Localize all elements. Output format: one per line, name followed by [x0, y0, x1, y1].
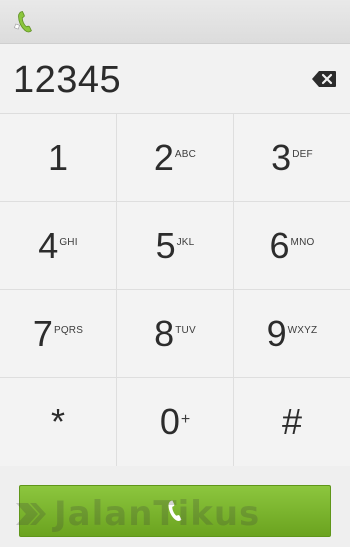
- dialer-screen: 12345 1 2 ABC 3 DEF 4 GHI 5 JKL 6 MNO 7 …: [0, 0, 350, 547]
- key-letters: PQRS: [53, 325, 84, 336]
- key-digit: 7: [32, 312, 53, 354]
- key-letters: ABC: [174, 149, 197, 160]
- top-bar: [0, 0, 350, 44]
- call-area: JalanTikus: [0, 466, 350, 547]
- key-digit: 2: [153, 136, 174, 178]
- key-digit: 1: [47, 136, 69, 178]
- key-letters: MNO: [290, 237, 315, 248]
- key-digit: #: [281, 401, 303, 442]
- key-3[interactable]: 3 DEF: [234, 114, 350, 202]
- key-digit: 0: [159, 401, 180, 442]
- key-4[interactable]: 4 GHI: [0, 202, 117, 290]
- dial-keypad: 1 2 ABC 3 DEF 4 GHI 5 JKL 6 MNO 7 PQRS 8…: [0, 114, 350, 466]
- key-0[interactable]: 0 +: [117, 378, 234, 466]
- call-button[interactable]: [19, 485, 331, 537]
- backspace-icon[interactable]: [311, 70, 337, 88]
- key-1[interactable]: 1: [0, 114, 117, 202]
- key-9[interactable]: 9 WXYZ: [234, 290, 350, 378]
- key-letters: WXYZ: [287, 325, 318, 336]
- dialed-number[interactable]: 12345: [13, 58, 121, 102]
- phone-handset-icon: [14, 11, 32, 33]
- number-display-row: 12345: [0, 44, 350, 114]
- key-digit: 8: [154, 312, 175, 354]
- key-digit: *: [50, 401, 66, 442]
- key-7[interactable]: 7 PQRS: [0, 290, 117, 378]
- key-star[interactable]: *: [0, 378, 117, 466]
- phone-handset-icon: [168, 500, 182, 521]
- key-8[interactable]: 8 TUV: [117, 290, 234, 378]
- key-digit: 3: [271, 136, 292, 178]
- key-plus: +: [180, 411, 191, 428]
- key-hash[interactable]: #: [234, 378, 350, 466]
- key-letters: GHI: [59, 237, 78, 248]
- key-letters: TUV: [175, 325, 196, 336]
- key-5[interactable]: 5 JKL: [117, 202, 234, 290]
- key-digit: 5: [155, 224, 176, 266]
- key-letters: JKL: [176, 237, 195, 248]
- key-6[interactable]: 6 MNO: [234, 202, 350, 290]
- key-2[interactable]: 2 ABC: [117, 114, 234, 202]
- key-letters: DEF: [292, 149, 313, 160]
- key-digit: 9: [266, 312, 287, 354]
- key-digit: 6: [269, 224, 290, 266]
- key-digit: 4: [38, 224, 59, 266]
